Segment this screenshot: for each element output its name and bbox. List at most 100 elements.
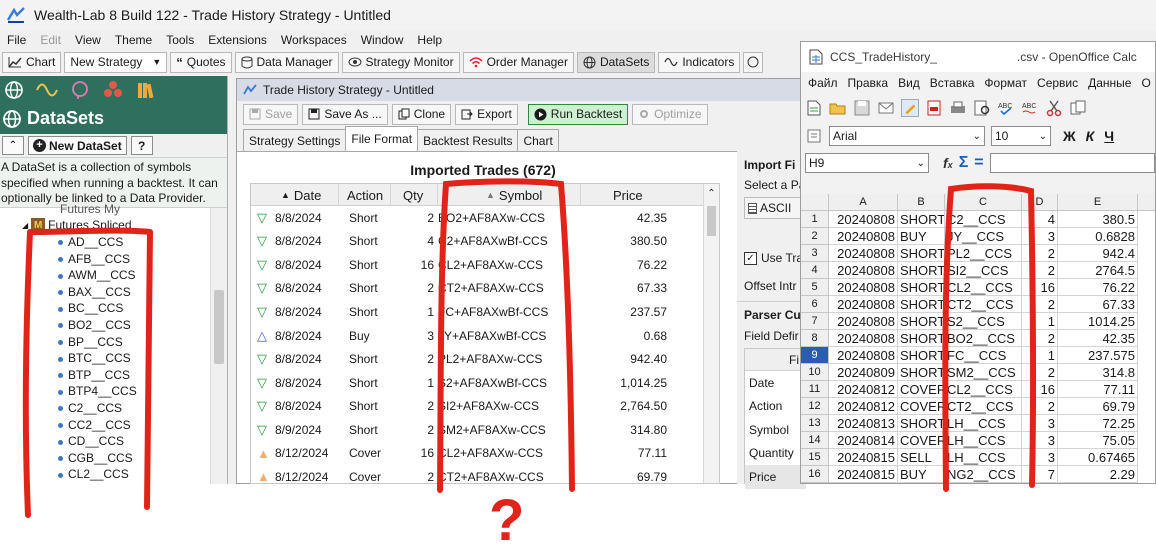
sheet-cell[interactable]: SELL	[898, 449, 945, 466]
sheet-cell[interactable]: 67.33	[1058, 296, 1138, 313]
row-header[interactable]: 11	[801, 381, 829, 398]
books-icon[interactable]	[136, 80, 156, 100]
more-button[interactable]	[743, 51, 764, 73]
sheet-cell[interactable]: 20240808	[829, 245, 898, 262]
sheet-cell[interactable]: SHORT	[898, 347, 945, 364]
field-item[interactable]: Quantity	[745, 442, 806, 466]
column-header-qty[interactable]: Qty	[391, 184, 438, 206]
column-header-symbol[interactable]: ▲ Symbol	[438, 184, 581, 206]
order-manager-button[interactable]: Order Manager	[462, 51, 574, 73]
sheet-cell[interactable]: COVER	[898, 381, 945, 398]
dataset-item[interactable]: CD__CCS	[58, 434, 124, 448]
sheet-cell[interactable]: 2	[1022, 364, 1058, 381]
cut-icon[interactable]	[1045, 99, 1063, 117]
sheet-cell[interactable]: BUY	[898, 466, 945, 483]
dataset-item[interactable]: BO2__CCS	[58, 318, 131, 332]
export-button[interactable]: Export	[455, 103, 518, 125]
dataset-item[interactable]: AWM__CCS	[58, 268, 136, 282]
trade-row[interactable]: ▽ 8/8/2024 Short 2 BO2+AF8AXw-CCS 42.35	[251, 206, 719, 230]
trade-row[interactable]: ▽ 8/8/2024 Short 16 CL2+AF8AXw-CCS 76.22	[251, 253, 719, 277]
grid-scrollbar[interactable]: ⌃	[703, 184, 719, 483]
row-header[interactable]: 4	[801, 262, 829, 279]
row-header[interactable]: 16	[801, 466, 829, 483]
checkbox-checked-icon[interactable]: ✓	[744, 251, 757, 265]
sheet-cell[interactable]: 20240808	[829, 262, 898, 279]
brain-icon[interactable]	[70, 80, 90, 100]
sheet-cell[interactable]: FC__CCS	[945, 347, 1022, 364]
data-manager-button[interactable]: Data Manager	[234, 51, 339, 73]
sheet-cell[interactable]: 1014.25	[1058, 313, 1138, 330]
menu-theme[interactable]: Theme	[108, 33, 159, 47]
font-size-combo[interactable]: 10 ⌄	[991, 126, 1051, 146]
sheet-cell[interactable]: 0.6828	[1058, 228, 1138, 245]
sheet-cell[interactable]: 942.4	[1058, 245, 1138, 262]
trade-row[interactable]: ▽ 8/8/2024 Short 1 S2+AF8AXwBf-CCS 1,014.25	[251, 371, 719, 395]
sheet-cell[interactable]: 77.11	[1058, 381, 1138, 398]
column-header[interactable]: A	[829, 194, 898, 211]
trade-row[interactable]: △ 8/8/2024 Buy 3 JY+AF8AXwBf-CCS 0.68	[251, 324, 719, 348]
export-pdf-icon[interactable]	[925, 99, 943, 117]
dataset-item[interactable]: C2__CCS	[58, 401, 122, 415]
sheet-cell[interactable]: SHORT	[898, 279, 945, 296]
menu-tools[interactable]: Tools	[159, 33, 201, 47]
row-header[interactable]: 14	[801, 432, 829, 449]
column-header-price[interactable]: Price	[581, 184, 705, 206]
menu-workspaces[interactable]: Workspaces	[274, 33, 354, 47]
spellcheck-icon[interactable]: ABC	[997, 99, 1015, 117]
sheet-cell[interactable]: 20240808	[829, 279, 898, 296]
sum-icon[interactable]: Σ	[959, 154, 969, 172]
row-header[interactable]: 7	[801, 313, 829, 330]
scrollbar-thumb[interactable]	[707, 206, 716, 236]
sheet-cell[interactable]: LH__CCS	[945, 449, 1022, 466]
menu-view[interactable]: View	[68, 33, 108, 47]
row-header[interactable]: 1	[801, 211, 829, 228]
sheet-cell[interactable]: 314.8	[1058, 364, 1138, 381]
equals-icon[interactable]: =	[974, 154, 983, 172]
function-wizard-icon[interactable]: fx	[943, 155, 953, 171]
sheet-cell[interactable]: JY__CCS	[945, 228, 1022, 245]
row-header[interactable]: 2	[801, 228, 829, 245]
autospell-icon[interactable]: ABC	[1021, 99, 1039, 117]
edit-file-icon[interactable]	[901, 99, 919, 117]
sheet-cell[interactable]: C2__CCS	[945, 211, 1022, 228]
trade-row[interactable]: ▽ 8/9/2024 Short 2 SM2+AF8AXw-CCS 314.80	[251, 418, 719, 442]
sheet-cell[interactable]: 3	[1022, 228, 1058, 245]
calc-menu-view[interactable]: Вид	[893, 76, 925, 90]
sheet-cell[interactable]: 20240814	[829, 432, 898, 449]
row-header[interactable]: 3	[801, 245, 829, 262]
column-header[interactable]: E	[1058, 194, 1138, 211]
sheet-cell[interactable]: BUY	[898, 228, 945, 245]
sheet-cell[interactable]: 20240815	[829, 466, 898, 483]
datasets-button[interactable]: DataSets	[576, 51, 656, 73]
dataset-item[interactable]: BTP__CCS	[58, 368, 130, 382]
new-document-icon[interactable]	[805, 99, 823, 117]
font-name-combo[interactable]: Arial ⌄	[829, 126, 985, 146]
sheet-cell[interactable]: 3	[1022, 449, 1058, 466]
help-button[interactable]: ?	[130, 136, 153, 155]
field-item[interactable]: Symbol	[745, 418, 806, 442]
use-trading-checkbox[interactable]: ✓ Use Tra	[744, 251, 803, 265]
row-header[interactable]: 13	[801, 415, 829, 432]
sheet-cell[interactable]: 76.22	[1058, 279, 1138, 296]
row-header[interactable]: 9	[801, 347, 829, 364]
sheet-cell[interactable]: SHORT	[898, 245, 945, 262]
tab-file-format[interactable]: File Format	[345, 126, 419, 151]
column-header[interactable]: C	[945, 194, 1022, 211]
dataset-item[interactable]: BAX__CCS	[58, 285, 131, 299]
sheet-cell[interactable]: SI2__CCS	[945, 262, 1022, 279]
dataset-item[interactable]: CC2__CCS	[58, 418, 131, 432]
tab-chart[interactable]: Chart	[517, 129, 559, 151]
trade-row[interactable]: ▲ 8/12/2024 Cover 2 CT2+AF8AXw-CCS 69.79	[251, 465, 719, 483]
sheet-cell[interactable]: 3	[1022, 415, 1058, 432]
sheet-cell[interactable]: 16	[1022, 279, 1058, 296]
field-item[interactable]: Price	[745, 465, 806, 489]
open-folder-icon[interactable]	[829, 99, 847, 117]
sheet-cell[interactable]: 7	[1022, 466, 1058, 483]
dataset-item[interactable]: CGB__CCS	[58, 451, 133, 465]
row-header[interactable]: 10	[801, 364, 829, 381]
sheet-cell[interactable]: CT2__CCS	[945, 296, 1022, 313]
sheet-cell[interactable]: 16	[1022, 381, 1058, 398]
trade-row[interactable]: ▽ 8/8/2024 Short 2 CT2+AF8AXw-CCS 67.33	[251, 277, 719, 301]
sheet-cell[interactable]: 0.67465	[1058, 449, 1138, 466]
sheet-cell[interactable]: 20240808	[829, 313, 898, 330]
